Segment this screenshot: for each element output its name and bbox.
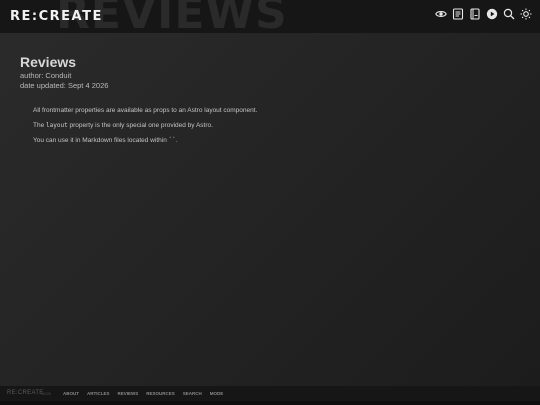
paragraph-text: property is the only special one provide… [67,122,213,129]
page: REVIEWS RE:CREATE Reviews author: Condui… [0,0,540,405]
search-icon[interactable] [503,8,515,20]
header: REVIEWS RE:CREATE [0,0,540,33]
paragraph-text: You can use it in Markdown files located… [33,137,169,144]
paragraph: The layout property is the only special … [33,122,520,129]
footer-bottom-bar [0,401,540,405]
paragraph-text: All frontmatter properties are available… [33,107,258,114]
paragraph-text: The [33,122,47,129]
footer-link-mode[interactable]: MODE [210,391,224,396]
footer-year: 2026 [42,391,51,396]
footer-link-about[interactable]: ABOUT [63,391,79,396]
paragraph-text: . [175,137,178,144]
paragraph: All frontmatter properties are available… [33,107,520,114]
article-body: All frontmatter properties are available… [33,107,520,144]
footer-link-reviews[interactable]: REVIEWS [118,391,139,396]
header-toolbar [435,8,532,20]
footer: RE:CREATE 2026 ABOUT ARTICLES REVIEWS RE… [0,386,540,401]
footer-link-articles[interactable]: ARTICLES [87,391,110,396]
document-icon[interactable] [452,8,464,20]
site-logo[interactable]: RE:CREATE [10,9,103,24]
footer-nav: ABOUT ARTICLES REVIEWS RESOURCES SEARCH … [63,391,223,396]
footer-link-search[interactable]: SEARCH [183,391,202,396]
footer-logo[interactable]: RE:CREATE [7,390,44,396]
eye-icon[interactable] [435,8,447,20]
article: Reviews author: Conduit date updated: Se… [20,54,520,152]
inline-code: `` [168,137,176,144]
sun-icon[interactable] [520,8,532,20]
article-author: author: Conduit [20,71,72,80]
footer-link-resources[interactable]: RESOURCES [146,391,175,396]
inline-code: layout [46,122,68,129]
paragraph: You can use it in Markdown files located… [33,137,520,144]
page-title: Reviews [20,54,77,70]
article-date: date updated: Sept 4 2026 [20,80,109,90]
notebook-icon[interactable] [469,8,481,20]
play-icon[interactable] [486,8,498,20]
